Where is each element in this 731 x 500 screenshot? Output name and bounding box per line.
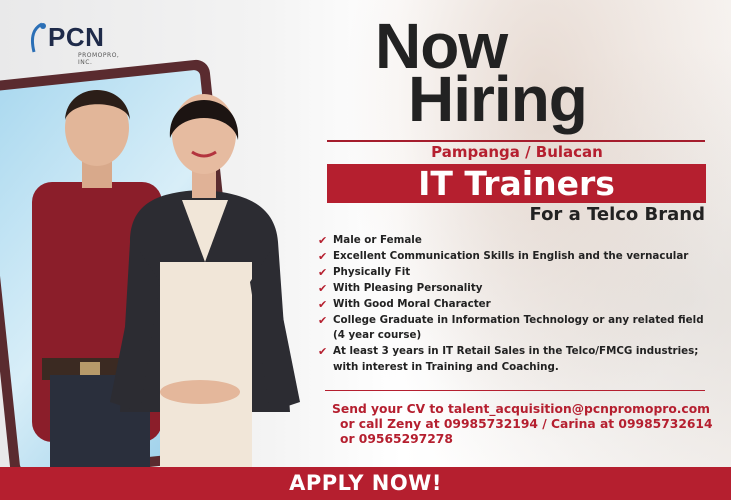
list-item: ✔ Physically Fit bbox=[318, 265, 411, 279]
check-icon: ✔ bbox=[318, 281, 328, 295]
position-title: IT Trainers bbox=[418, 164, 615, 203]
logo-subtext: PROMOPRO, INC. bbox=[78, 52, 120, 66]
divider-top bbox=[327, 140, 705, 142]
company-logo: PCN PROMOPRO, INC. bbox=[28, 20, 128, 66]
check-icon: ✔ bbox=[318, 345, 328, 359]
hiring-poster: PCN PROMOPRO, INC. Now Hiring Pampanga /… bbox=[0, 0, 731, 500]
requirements-list: ✔ Male or Female ✔ Excellent Communication… bbox=[318, 233, 713, 376]
check-icon: ✔ bbox=[318, 234, 328, 247]
female-trainer-photo bbox=[110, 94, 300, 500]
list-item: ✔ With Pleasing Personality bbox=[318, 281, 483, 295]
position-banner: IT Trainers bbox=[327, 164, 706, 203]
contact-email-line: Send your CV to talent_acquisition@pcnpr… bbox=[332, 402, 710, 416]
list-item: ✔ Male or Female bbox=[318, 234, 422, 247]
job-location: Pampanga / Bulacan bbox=[431, 143, 603, 161]
headline-hiring: Hiring bbox=[408, 63, 588, 135]
list-item: ✔ Excellent Communication Skills in Engli… bbox=[318, 249, 689, 263]
logo-text: PCN bbox=[48, 22, 105, 52]
check-icon: ✔ bbox=[318, 297, 328, 311]
contact-phone-line-2: or 09565297278 bbox=[340, 432, 453, 446]
apply-banner: APPLY NOW! bbox=[0, 467, 731, 500]
divider-bottom bbox=[325, 390, 705, 391]
apply-now-text: APPLY NOW! bbox=[289, 471, 442, 495]
list-item: ✔ With Good Moral Character bbox=[318, 297, 491, 311]
contact-phone-line: or call Zeny at 09985732194 / Carina at … bbox=[340, 417, 713, 431]
contact-info: Send your CV to talent_acquisition@pcnpr… bbox=[332, 402, 713, 447]
check-icon: ✔ bbox=[318, 313, 328, 327]
check-icon: ✔ bbox=[318, 249, 328, 263]
list-item: ✔ At least 3 years in IT Retail Sales in … bbox=[318, 345, 699, 374]
list-item: ✔ College Graduate in Information Technol… bbox=[318, 313, 704, 342]
logo-mark-icon bbox=[30, 22, 46, 53]
client-line: For a Telco Brand bbox=[529, 204, 706, 225]
check-icon: ✔ bbox=[318, 265, 328, 279]
